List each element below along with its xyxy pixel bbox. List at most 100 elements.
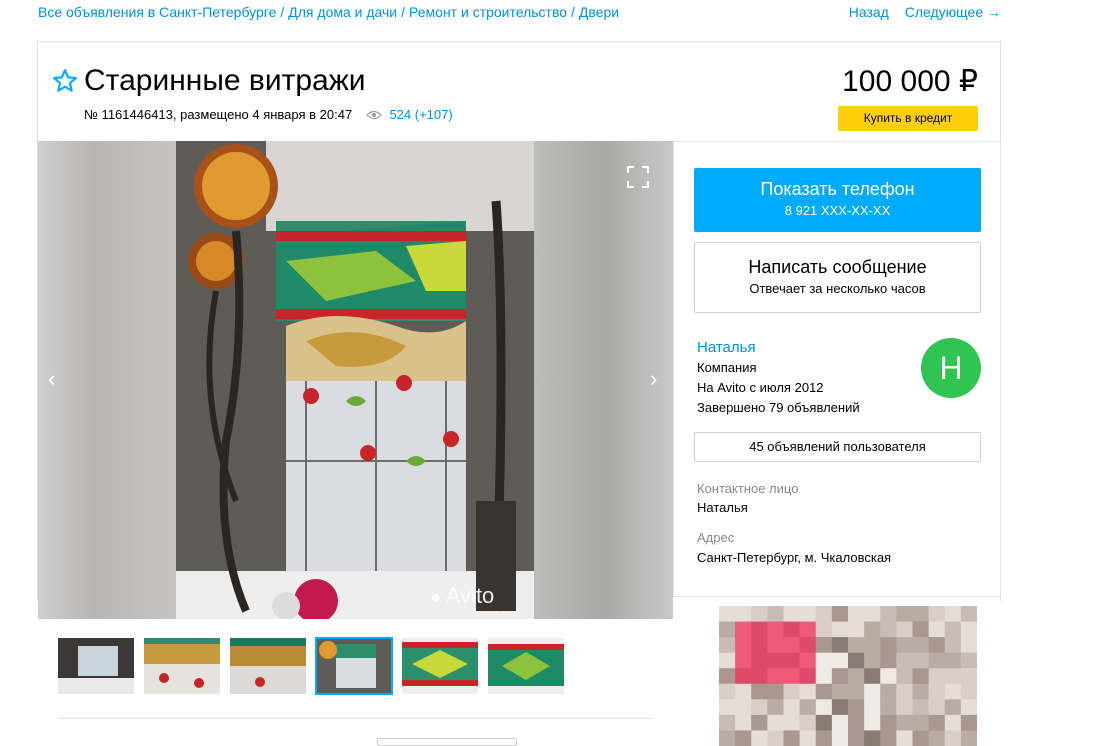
breadcrumb-item[interactable]: Двери bbox=[579, 4, 619, 20]
avatar[interactable]: Н bbox=[921, 338, 981, 398]
thumbnail[interactable] bbox=[230, 638, 306, 694]
ad-pixel bbox=[864, 637, 881, 654]
ad-pixel bbox=[799, 730, 817, 746]
ad-pixel bbox=[767, 621, 784, 638]
ad-pixel bbox=[783, 637, 801, 654]
listing-id-date: № 1161446413, размещено 4 января в 20:47 bbox=[84, 107, 353, 122]
next-link[interactable]: Следующее → bbox=[905, 4, 1001, 20]
advertisement-banner[interactable] bbox=[719, 606, 977, 746]
thumbnail[interactable] bbox=[488, 638, 564, 694]
ad-pixel bbox=[960, 621, 977, 638]
ad-pixel bbox=[944, 652, 962, 669]
buy-on-credit-button[interactable]: Купить в кредит bbox=[838, 106, 978, 131]
ad-pixel bbox=[751, 683, 768, 700]
breadcrumb-separator: / bbox=[571, 4, 575, 20]
chevron-left-icon[interactable]: ‹ bbox=[48, 366, 55, 392]
breadcrumb-item[interactable]: Для дома и дачи bbox=[288, 4, 397, 20]
ad-pixel bbox=[751, 668, 768, 685]
ad-pixel bbox=[912, 652, 930, 669]
ad-pixel bbox=[944, 621, 962, 638]
ad-pixel bbox=[831, 714, 849, 731]
ad-pixel bbox=[735, 730, 752, 746]
ad-pixel bbox=[864, 730, 881, 746]
price: 100 000 ₽ bbox=[842, 65, 978, 98]
ad-pixel bbox=[944, 714, 962, 731]
ad-pixel bbox=[799, 606, 817, 623]
back-link[interactable]: Назад bbox=[849, 4, 889, 20]
ad-pixel bbox=[896, 730, 913, 746]
ad-pixel bbox=[960, 668, 977, 685]
seller-ads-button[interactable]: 45 объявлений пользователя bbox=[694, 432, 981, 462]
ad-pixel bbox=[928, 606, 946, 623]
ad-pixel bbox=[864, 699, 881, 716]
views-count[interactable]: 524 (+107) bbox=[389, 107, 452, 122]
thumbnail-active[interactable] bbox=[315, 637, 393, 695]
ad-pixel bbox=[848, 714, 865, 731]
partial-button[interactable] bbox=[377, 738, 517, 746]
ad-pixel bbox=[767, 668, 784, 685]
ad-pixel bbox=[735, 699, 752, 716]
response-time: Отвечает за несколько часов bbox=[749, 281, 926, 296]
ad-pixel bbox=[944, 699, 962, 716]
ad-pixel bbox=[815, 606, 833, 623]
breadcrumb-item[interactable]: Все объявления в Санкт-Петербурге bbox=[38, 4, 276, 20]
ad-pixel bbox=[799, 652, 817, 669]
ad-pixel bbox=[960, 714, 977, 731]
thumbnail[interactable] bbox=[144, 638, 220, 694]
ad-pixel bbox=[960, 683, 977, 700]
ad-pixel bbox=[719, 668, 736, 685]
ad-pixel bbox=[751, 699, 768, 716]
ad-pixel bbox=[848, 683, 865, 700]
address-value: Санкт-Петербург, м. Чкаловская bbox=[697, 550, 892, 565]
ad-pixel bbox=[928, 730, 946, 746]
ad-pixel bbox=[960, 699, 977, 716]
ad-pixel bbox=[735, 652, 752, 669]
ad-pixel bbox=[944, 668, 962, 685]
ad-pixel bbox=[928, 699, 946, 716]
ad-pixel bbox=[783, 606, 801, 623]
show-phone-button[interactable]: Показать телефон 8 921 XXX-XX-XX bbox=[694, 168, 981, 232]
ad-pixel bbox=[880, 606, 897, 623]
fullscreen-icon[interactable] bbox=[627, 166, 649, 188]
address-label: Адрес bbox=[697, 530, 735, 545]
seller-name-link[interactable]: Наталья bbox=[697, 339, 756, 356]
star-icon[interactable] bbox=[52, 68, 78, 94]
ad-pixel bbox=[735, 606, 752, 623]
write-message-button[interactable]: Написать сообщение Отвечает за несколько… bbox=[694, 242, 981, 313]
ad-pixel bbox=[928, 637, 946, 654]
contact-panel: Показать телефон 8 921 XXX-XX-XX Написат… bbox=[673, 141, 1001, 597]
ad-pixel bbox=[799, 683, 817, 700]
ad-pixel bbox=[848, 730, 865, 746]
ad-pixel bbox=[864, 652, 881, 669]
ad-pixel bbox=[896, 699, 913, 716]
chevron-right-icon[interactable]: › bbox=[650, 366, 657, 392]
photo-gallery: ‹ › ● Avito bbox=[38, 141, 673, 619]
ad-pixel bbox=[912, 621, 930, 638]
ad-pixel bbox=[719, 683, 736, 700]
thumbnail[interactable] bbox=[402, 638, 478, 694]
breadcrumb-item[interactable]: Ремонт и строительство bbox=[409, 4, 567, 20]
ad-pixel bbox=[735, 621, 752, 638]
ad-pixel bbox=[928, 621, 946, 638]
ad-pixel bbox=[767, 606, 784, 623]
ad-pixel bbox=[912, 683, 930, 700]
ad-pixel bbox=[831, 652, 849, 669]
contact-person-label: Контактное лицо bbox=[697, 481, 799, 496]
ad-pixel bbox=[767, 683, 784, 700]
ad-pixel bbox=[735, 714, 752, 731]
ad-pixel bbox=[848, 606, 865, 623]
main-photo[interactable] bbox=[176, 141, 534, 619]
thumbnail[interactable] bbox=[58, 638, 134, 694]
ad-pixel bbox=[751, 606, 768, 623]
ad-pixel bbox=[735, 637, 752, 654]
ad-pixel bbox=[848, 621, 865, 638]
ad-pixel bbox=[751, 730, 768, 746]
ad-pixel bbox=[751, 621, 768, 638]
pixelated-ad-image bbox=[719, 606, 977, 746]
ad-pixel bbox=[783, 668, 801, 685]
ad-pixel bbox=[751, 637, 768, 654]
ad-pixel bbox=[960, 730, 977, 746]
ad-pixel bbox=[896, 621, 913, 638]
ad-pixel bbox=[880, 730, 897, 746]
ad-pixel bbox=[783, 714, 801, 731]
